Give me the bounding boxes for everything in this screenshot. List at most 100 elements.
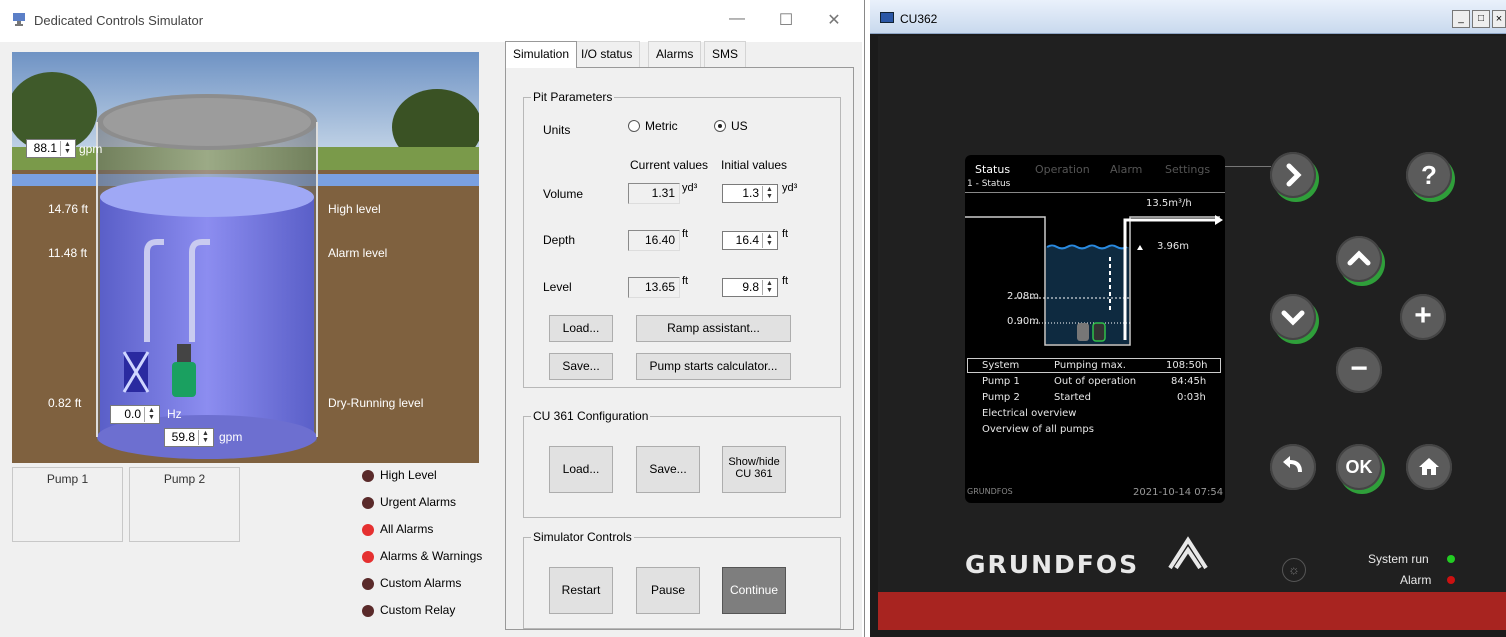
pit-load-button[interactable]: Load... [549, 315, 613, 342]
plus-button[interactable]: + [1400, 294, 1446, 340]
spinner-arrows-icon[interactable]: ▲ ▼ [198, 430, 212, 445]
frequency-spinner[interactable]: 0.0 ▲ ▼ [110, 405, 160, 424]
led-icon [362, 604, 374, 617]
indicator-label: Urgent Alarms [380, 495, 457, 509]
cu361-configuration-title: CU 361 Configuration [531, 409, 651, 423]
restart-button[interactable]: Restart [549, 567, 613, 614]
lcd-row-system-label: System [982, 360, 1020, 371]
bottom-accent-bar [878, 592, 1506, 630]
cu362-titlebar: CU362 _ □ × [870, 0, 1506, 34]
pit-save-button[interactable]: Save... [549, 353, 613, 380]
cu361-load-button[interactable]: Load... [549, 446, 613, 493]
lcd-row-system-time: 108:50h [1166, 360, 1208, 371]
tab-alarms[interactable]: Alarms [648, 41, 702, 67]
show-hide-cu361-button[interactable]: Show/hide CU 361 [722, 446, 786, 493]
lcd-row-system-status: Pumping max. [1054, 360, 1126, 371]
simulator-controls-title: Simulator Controls [531, 530, 634, 544]
ramp-assistant-button[interactable]: Ramp assistant... [636, 315, 791, 342]
depth-initial-spinner[interactable]: 16.4 ▲ ▼ [722, 231, 778, 250]
level-label: Level [543, 280, 572, 294]
right-arrow-button[interactable] [1270, 152, 1316, 198]
minus-button[interactable]: − [1336, 347, 1382, 393]
led-icon [362, 496, 374, 509]
cu362-display: Status Operation Alarm Settings 1 - Stat… [965, 155, 1225, 503]
pump-1-panel: Pump 1 [12, 467, 123, 542]
lcd-tab-alarm[interactable]: Alarm [1110, 163, 1142, 176]
home-button[interactable] [1406, 444, 1452, 490]
lcd-tab-operation[interactable]: Operation [1035, 163, 1090, 176]
depth-initial-value: 16.4 [735, 233, 759, 247]
depth-label: Depth [543, 233, 576, 247]
show-hide-label: Show/hide [728, 456, 780, 468]
indicator-custom-alarms: Custom Alarms [362, 576, 461, 596]
lcd-row-pump2-time: 0:03h [1177, 392, 1206, 403]
pause-button[interactable]: Pause [636, 567, 700, 614]
ok-button[interactable]: OK [1336, 444, 1382, 490]
close-button[interactable]: ✕ [819, 10, 849, 30]
system-run-label: System run [1368, 552, 1429, 566]
lcd-tab-status[interactable]: Status [975, 163, 1010, 176]
depth-initial-unit: ft [782, 228, 789, 240]
inflow-spinner[interactable]: 88.1 ▲ ▼ [26, 139, 76, 158]
plus-icon: + [1414, 299, 1432, 332]
pump-starts-calculator-button[interactable]: Pump starts calculator... [636, 353, 791, 380]
pump-1-figure [122, 351, 150, 393]
lcd-mark-0-90: 0.90m [1007, 316, 1040, 327]
spinner-arrows-icon[interactable]: ▲ ▼ [762, 186, 776, 201]
tab-io-status[interactable]: I/O status [573, 41, 641, 67]
tab-simulation[interactable]: Simulation [505, 41, 578, 68]
level-initial-spinner[interactable]: 9.8 ▲ ▼ [722, 278, 778, 297]
spinner-arrows-icon[interactable]: ▲ ▼ [60, 141, 74, 156]
outflow-spinner[interactable]: 59.8 ▲ ▼ [164, 428, 214, 447]
back-button[interactable] [1270, 444, 1316, 490]
spinner-arrows-icon[interactable]: ▲ ▼ [144, 407, 158, 422]
radio-selected-icon[interactable] [714, 120, 726, 132]
us-label: US [731, 119, 748, 133]
lcd-connector-line [1225, 166, 1271, 167]
outflow-unit: gpm [219, 430, 243, 444]
lcd-brand: GRUNDFOS [967, 487, 1013, 496]
volume-current-field: 1.31 [628, 183, 680, 204]
dry-running-level-value: 0.82 ft [48, 396, 82, 410]
window-icon [880, 12, 894, 23]
lcd-tab-settings[interactable]: Settings [1165, 163, 1210, 176]
led-icon [362, 469, 374, 482]
continue-button[interactable]: Continue [722, 567, 786, 614]
grundfos-logo-icon [1168, 536, 1208, 570]
spinner-arrows-icon[interactable]: ▲ ▼ [762, 280, 776, 295]
depth-current-unit: ft [682, 228, 689, 240]
close-button[interactable]: × [1492, 10, 1506, 28]
lcd-row-pump1-time: 84:45h [1171, 376, 1207, 387]
lcd-divider [965, 192, 1225, 193]
radio-icon[interactable] [628, 120, 640, 132]
help-button[interactable]: ? [1406, 152, 1452, 198]
tab-sms[interactable]: SMS [704, 41, 747, 67]
lcd-row-pump1-label: Pump 1 [982, 376, 1020, 387]
lcd-level: 3.96m [1157, 241, 1190, 252]
maximize-button[interactable]: □ [1472, 10, 1490, 28]
spinner-arrows-icon[interactable]: ▲ ▼ [762, 233, 776, 248]
ok-label: OK [1345, 457, 1373, 477]
up-arrow-button[interactable] [1336, 236, 1382, 282]
volume-initial-spinner[interactable]: 1.3 ▲ ▼ [722, 184, 778, 203]
indicator-custom-relay: Custom Relay [362, 603, 455, 623]
minimize-button[interactable]: _ [1452, 10, 1470, 28]
minimize-button[interactable]: — [722, 10, 752, 28]
down-arrow-button[interactable] [1270, 294, 1316, 340]
us-radio[interactable]: US [714, 119, 748, 133]
units-label: Units [543, 123, 571, 137]
lcd-flow: 13.5m³/h [1146, 198, 1192, 209]
cu361-save-button[interactable]: Save... [636, 446, 700, 493]
depth-current-field: 16.40 [628, 230, 680, 251]
system-run-led-icon [1447, 555, 1455, 563]
metric-radio[interactable]: Metric [628, 119, 678, 133]
alarm-level-label: Alarm level [328, 246, 388, 260]
lcd-link-electrical[interactable]: Electrical overview [982, 408, 1076, 419]
level-current-field: 13.65 [628, 277, 680, 298]
maximize-button[interactable]: ☐ [771, 10, 801, 30]
lcd-link-all-pumps[interactable]: Overview of all pumps [982, 424, 1094, 435]
sun-icon: ☼ [1282, 558, 1306, 582]
pit-parameters-title: Pit Parameters [531, 90, 615, 104]
pit-scene: 14.76 ft High level 11.48 ft Alarm level… [12, 52, 479, 463]
outflow-value: 59.8 [171, 430, 195, 444]
